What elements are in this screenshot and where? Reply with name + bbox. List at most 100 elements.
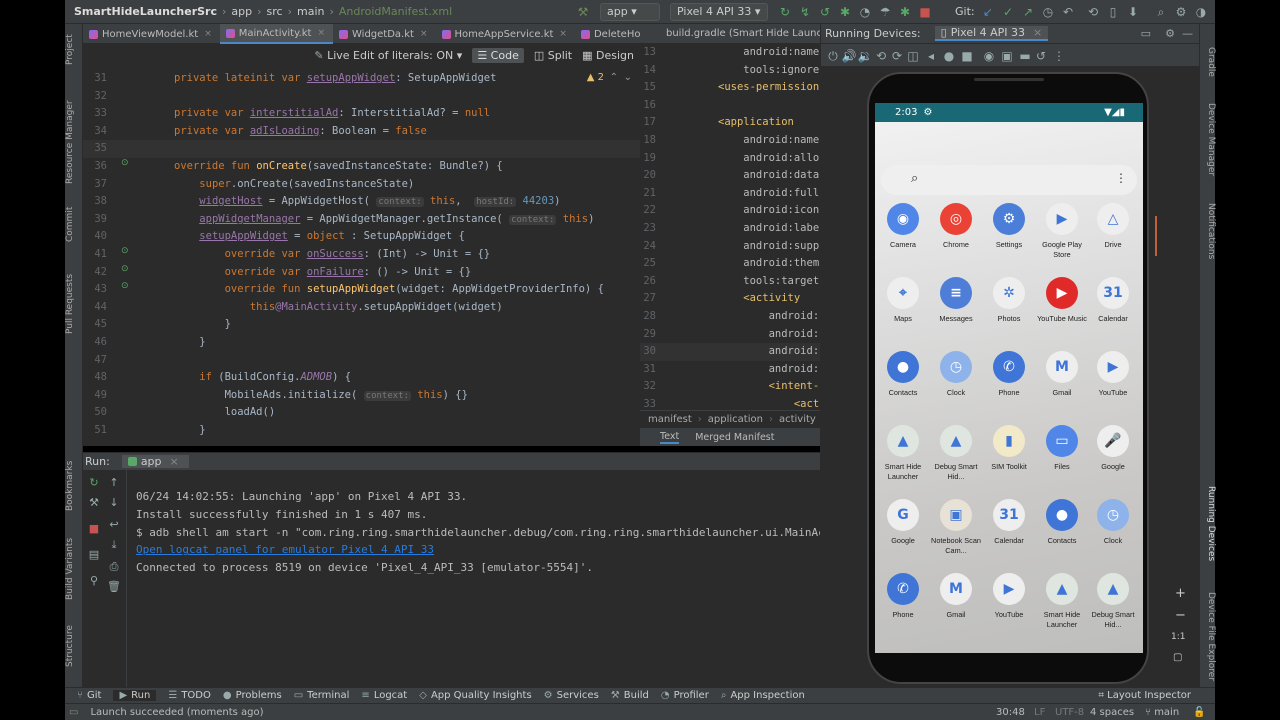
code-line[interactable]: 38 widgetHost = AppWidgetHost( context: … bbox=[83, 193, 640, 211]
code-text[interactable]: override var onSuccess: (Int) -> Unit = … bbox=[174, 246, 491, 264]
back-icon[interactable]: ◂ bbox=[923, 48, 939, 64]
code-line[interactable]: 32 bbox=[83, 88, 640, 106]
rotate-left-icon[interactable]: ⟲ bbox=[873, 48, 889, 64]
manifest-line[interactable]: 18 android:name bbox=[640, 132, 820, 150]
manifest-text[interactable]: android: bbox=[718, 343, 820, 361]
line-number[interactable]: 22 bbox=[640, 202, 656, 220]
git-push-icon[interactable]: ↗ bbox=[1020, 4, 1036, 20]
fold-icon[interactable]: ◫ bbox=[905, 48, 921, 64]
scroll-up-icon[interactable]: ↑ bbox=[107, 476, 121, 490]
manifest-line[interactable]: 23 android:labe bbox=[640, 220, 820, 238]
power-icon[interactable]: ⏻ bbox=[825, 48, 841, 64]
app-icon-debug-smart-hid[interactable]: ▲ Debug Smart Hid... bbox=[1086, 573, 1140, 629]
lock-icon[interactable]: 🔓 bbox=[1193, 707, 1205, 718]
scroll-to-end-icon[interactable]: ⤓ bbox=[107, 538, 121, 552]
manifest-text[interactable]: android: bbox=[718, 326, 820, 344]
tab-build-gradle[interactable]: build.gradle (Smart Hide Launcher) bbox=[666, 24, 820, 43]
debug-icon[interactable]: ✱ bbox=[837, 4, 853, 20]
app-icon-youtube[interactable]: ▶ YouTube bbox=[982, 573, 1036, 620]
line-number[interactable]: 36 bbox=[83, 158, 107, 176]
tool-build-variants[interactable]: Build Variants bbox=[65, 534, 83, 604]
git-branch[interactable]: ⑂ main bbox=[1145, 707, 1179, 718]
editor-tab[interactable]: HomeViewModel.kt × bbox=[83, 24, 220, 44]
app-icon-drive[interactable]: △ Drive bbox=[1086, 203, 1140, 250]
tab-merged-manifest[interactable]: Merged Manifest bbox=[695, 432, 774, 443]
code-line[interactable]: 34 private var adIsLoading: Boolean = fal… bbox=[83, 123, 640, 141]
attach-debugger-icon[interactable]: ✱ bbox=[897, 4, 913, 20]
line-number[interactable]: 27 bbox=[640, 290, 656, 308]
breadcrumb-src[interactable]: src bbox=[267, 5, 283, 18]
app-icon-gmail[interactable]: M Gmail bbox=[929, 573, 983, 620]
line-number[interactable]: 13 bbox=[640, 44, 656, 62]
tool-window-problems[interactable]: ● Problems bbox=[223, 690, 282, 701]
line-number[interactable]: 15 bbox=[640, 79, 656, 97]
manifest-line[interactable]: 29 android: bbox=[640, 326, 820, 344]
code-text[interactable]: appWidgetManager = AppWidgetManager.getI… bbox=[174, 211, 594, 230]
manifest-line[interactable]: 15 <uses-permission bbox=[640, 79, 820, 97]
code-text[interactable]: } bbox=[174, 334, 205, 352]
minimize-icon[interactable]: — bbox=[1182, 27, 1193, 40]
line-number[interactable]: 38 bbox=[83, 193, 107, 211]
manifest-line[interactable]: 33 <act bbox=[640, 396, 820, 410]
tool-window-app-quality-insights[interactable]: ◇ App Quality Insights bbox=[419, 690, 531, 701]
app-icon-messages[interactable]: ≡ Messages bbox=[929, 277, 983, 324]
overflow-menu-icon[interactable]: ⋮ bbox=[1115, 171, 1127, 185]
app-icon-google[interactable]: G Google bbox=[876, 499, 930, 546]
line-number[interactable]: 47 bbox=[83, 352, 107, 370]
restore-icon[interactable]: ▭ bbox=[1141, 27, 1151, 40]
code-text[interactable]: loadAd() bbox=[174, 404, 276, 422]
run-tab-app[interactable]: app × bbox=[121, 455, 189, 468]
crumb-manifest[interactable]: manifest bbox=[648, 414, 692, 425]
tool-window-profiler[interactable]: ◔ Profiler bbox=[661, 690, 709, 701]
print-icon[interactable]: ⎙ bbox=[107, 560, 121, 574]
soft-wrap-icon[interactable]: ↩ bbox=[107, 518, 121, 532]
manifest-text[interactable]: android:supp bbox=[718, 238, 819, 256]
code-text[interactable]: private var interstitialAd: Interstitial… bbox=[174, 105, 490, 123]
app-icon-gmail[interactable]: M Gmail bbox=[1035, 351, 1089, 398]
app-icon-google-play-store[interactable]: ▶ Google Play Store bbox=[1035, 203, 1089, 259]
code-text[interactable]: setupAppWidget = object : SetupAppWidget… bbox=[174, 228, 465, 246]
gutter-override-icon[interactable]: ⊙ bbox=[121, 264, 129, 274]
phone-screen[interactable]: 2:03 ⚙ ▼◢▮ ⌕ ⋮ ◉ Camera ◎ Chrome ⚙ Settings ▶ G… bbox=[875, 103, 1143, 653]
profile-icon[interactable]: ◔ bbox=[857, 4, 873, 20]
code-text[interactable]: super.onCreate(savedInstanceState) bbox=[174, 176, 414, 194]
hammer-icon[interactable]: ⚒ bbox=[575, 4, 591, 20]
manifest-text[interactable]: tools:target bbox=[718, 273, 819, 291]
status-toggle-icon[interactable]: ▭ bbox=[69, 707, 78, 718]
code-line[interactable]: 50 loadAd() bbox=[83, 404, 640, 422]
breadcrumb-file[interactable]: AndroidManifest.xml bbox=[339, 5, 452, 18]
manifest-text[interactable]: android:icon bbox=[718, 202, 819, 220]
tool-window-todo[interactable]: ☰ TODO bbox=[168, 690, 211, 701]
code-text[interactable]: override fun setupAppWidget(widget: AppW… bbox=[174, 281, 604, 299]
code-line[interactable]: 43 override fun setupAppWidget(widget: A… bbox=[83, 281, 640, 299]
reset-icon[interactable]: ↺ bbox=[1033, 48, 1049, 64]
line-number[interactable]: 40 bbox=[83, 228, 107, 246]
app-icon-calendar[interactable]: 31 Calendar bbox=[1086, 277, 1140, 324]
code-text[interactable]: MobileAds.initialize( context: this) {} bbox=[174, 387, 468, 406]
tool-running-devices[interactable]: Running Devices bbox=[1200, 486, 1216, 562]
code-line[interactable]: 51 } bbox=[83, 422, 640, 440]
run-config-select[interactable]: app ▾ bbox=[600, 3, 660, 21]
line-separator[interactable]: LF bbox=[1034, 707, 1045, 718]
manifest-text[interactable]: android:labe bbox=[718, 220, 819, 238]
line-number[interactable]: 31 bbox=[640, 361, 656, 379]
tool-window-logcat[interactable]: ≡ Logcat bbox=[361, 690, 407, 701]
apply-code-icon[interactable]: ↺ bbox=[817, 4, 833, 20]
editor-tab[interactable]: HomeAppService.kt × bbox=[436, 24, 575, 44]
line-number[interactable]: 30 bbox=[640, 343, 656, 361]
fit-screen-icon[interactable]: ▢ bbox=[1173, 652, 1182, 663]
breadcrumb-main[interactable]: main bbox=[297, 5, 324, 18]
breadcrumb-app[interactable]: app bbox=[231, 5, 252, 18]
manifest-line[interactable]: 31 android: bbox=[640, 361, 820, 379]
tab-device[interactable]: ▯ Pixel 4 API 33 × bbox=[934, 26, 1049, 41]
line-number[interactable]: 18 bbox=[640, 132, 656, 150]
manifest-text[interactable]: <act bbox=[718, 396, 819, 410]
code-line[interactable]: 40 setupAppWidget = object : SetupAppWid… bbox=[83, 228, 640, 246]
tool-window-terminal[interactable]: ▭ Terminal bbox=[294, 690, 350, 701]
manifest-text[interactable]: android:data bbox=[718, 167, 819, 185]
zoom-out-icon[interactable]: − bbox=[1175, 608, 1186, 623]
tool-notifications[interactable]: Notifications bbox=[1200, 200, 1216, 262]
code-text[interactable]: widgetHost = AppWidgetHost( context: thi… bbox=[174, 193, 560, 212]
history-icon[interactable]: ◷ bbox=[1040, 4, 1056, 20]
app-icon-phone[interactable]: ✆ Phone bbox=[982, 351, 1036, 398]
